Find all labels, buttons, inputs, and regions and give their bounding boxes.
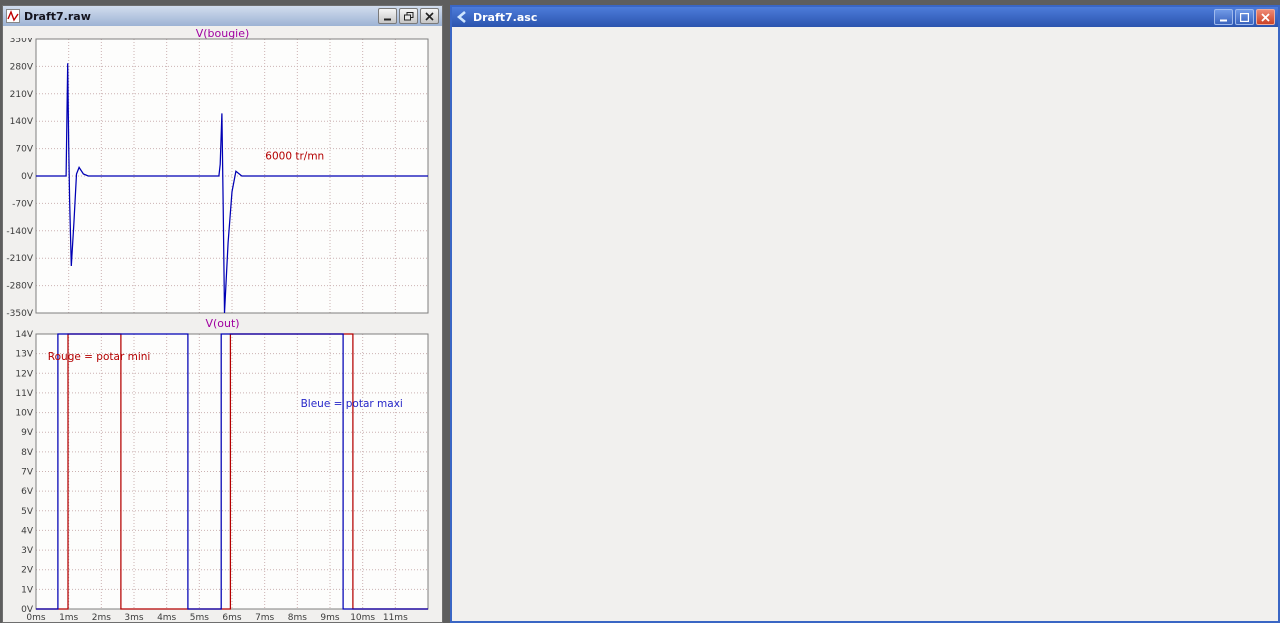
minimize-icon [384,18,391,20]
svg-text:13V: 13V [15,350,33,360]
svg-text:Rouge = potar mini: Rouge = potar mini [48,351,151,363]
svg-text:0ms: 0ms [26,613,45,622]
svg-text:5ms: 5ms [190,613,209,622]
waveform-window-title: Draft7.raw [24,9,91,23]
schematic-window-title: Draft7.asc [473,10,538,24]
waveform-window[interactable]: Draft7.raw V(bougie) 350V 280V 210V 140V 70V… [2,5,443,623]
svg-text:280V: 280V [10,62,34,72]
svg-text:4ms: 4ms [157,613,176,622]
svg-text:3ms: 3ms [124,613,143,622]
svg-text:8V: 8V [21,448,34,458]
svg-text:8ms: 8ms [288,613,307,622]
waveform-titlebar[interactable]: Draft7.raw [3,6,442,26]
svg-text:12V: 12V [15,369,33,379]
svg-text:350V: 350V [10,38,34,45]
close-button[interactable] [420,8,439,24]
svg-text:10V: 10V [15,409,33,419]
svg-text:11V: 11V [15,389,33,399]
restore-icon [403,11,413,20]
svg-text:9ms: 9ms [320,613,339,622]
close-icon [1261,12,1270,22]
close-button[interactable] [1256,9,1275,25]
waveform-plot-area[interactable]: V(bougie) 350V 280V 210V 140V 70V 0V -70V -140V… [3,26,442,622]
svg-text:-280V: -280V [6,282,33,292]
svg-text:2V: 2V [21,566,34,576]
svg-text:2ms: 2ms [92,613,111,622]
svg-text:1ms: 1ms [59,613,78,622]
restore-button[interactable] [399,8,418,24]
svg-text:14V: 14V [15,330,33,340]
svg-text:10ms: 10ms [350,613,375,622]
schematic-titlebar[interactable]: Draft7.asc [452,7,1278,27]
svg-text:140V: 140V [10,117,34,127]
plot-pane-bougie[interactable]: 350V 280V 210V 140V 70V 0V -70V -140V -210V -280V… [3,38,441,318]
plot-pane-out[interactable]: 14V13V12V11V10V9V8V7V6V5V4V3V2V1V0V0ms 1m… [3,329,441,622]
svg-text:6ms: 6ms [222,613,241,622]
maximize-icon [1240,12,1249,22]
minimize-icon [1220,19,1227,21]
svg-text:0V: 0V [21,172,34,182]
minimize-button[interactable] [1214,9,1233,25]
svg-text:-210V: -210V [6,254,33,264]
waveform-window-icon [6,9,20,23]
schematic-window-icon [455,10,469,24]
svg-text:4V: 4V [21,526,34,536]
svg-text:11ms: 11ms [383,613,408,622]
svg-text:Bleue = potar maxi: Bleue = potar maxi [301,398,403,410]
svg-text:7ms: 7ms [255,613,274,622]
svg-text:210V: 210V [10,90,34,100]
close-icon [425,11,434,21]
svg-text:9V: 9V [21,428,34,438]
svg-text:3V: 3V [21,546,34,556]
schematic-window[interactable]: Draft7.asc Bougie Out .tran 0 16m 4m V1 … [450,5,1280,623]
svg-text:70V: 70V [15,145,33,155]
svg-text:6000 tr/mn: 6000 tr/mn [265,151,324,163]
svg-text:1V: 1V [21,585,34,595]
svg-text:-140V: -140V [6,227,33,237]
minimize-button[interactable] [378,8,397,24]
svg-text:6V: 6V [21,487,34,497]
svg-text:-70V: -70V [12,199,34,209]
svg-text:5V: 5V [21,507,34,517]
maximize-button[interactable] [1235,9,1254,25]
svg-text:7V: 7V [21,468,34,478]
